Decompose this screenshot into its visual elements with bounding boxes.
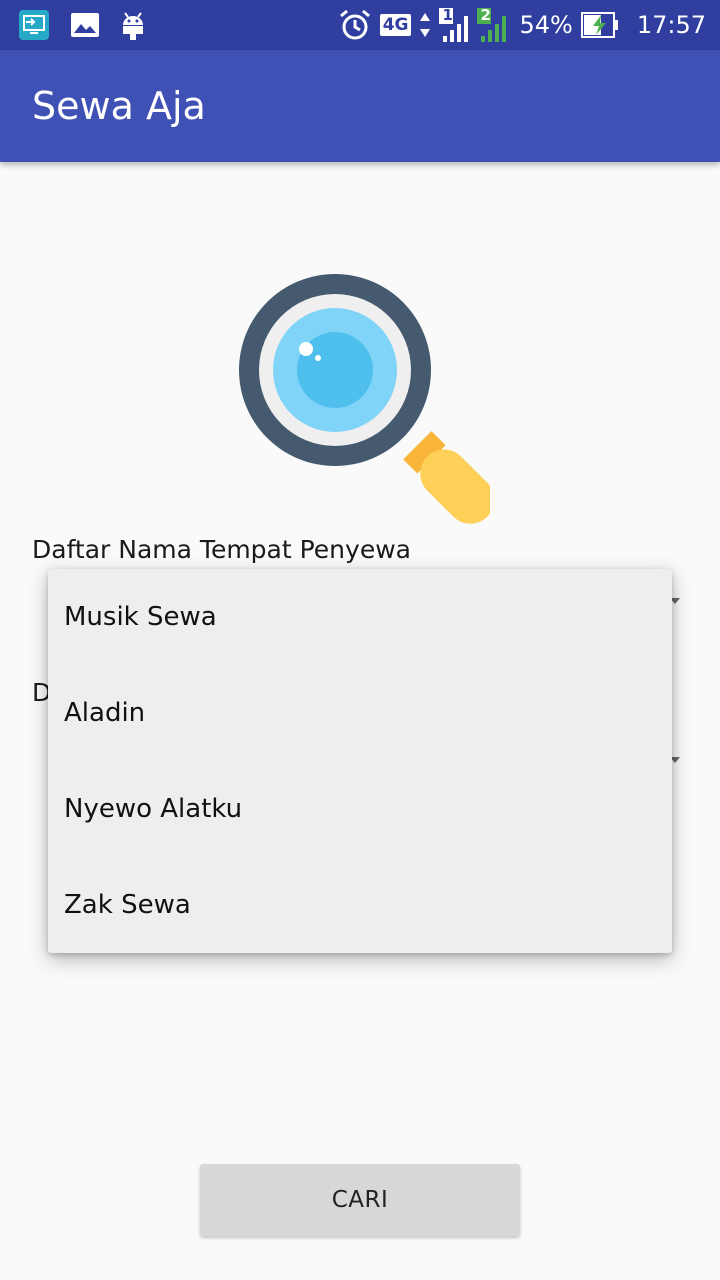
alarm-icon <box>338 8 372 42</box>
rental-place-label: Daftar Nama Tempat Penyewa <box>32 535 411 564</box>
sim1-label: 1 <box>442 6 453 24</box>
app-title: Sewa Aja <box>32 84 206 128</box>
sim2-label: 2 <box>480 6 491 24</box>
image-icon <box>70 12 100 38</box>
sim2-signal-icon: 2 <box>477 6 511 42</box>
app-bar: Sewa Aja <box>0 50 720 162</box>
clock: 17:57 <box>636 11 706 39</box>
screen-cast-icon <box>18 9 50 41</box>
network-type-badge: 4G <box>379 14 412 36</box>
rental-place-dropdown[interactable]: Musik Sewa Aladin Nyewo Alatku Zak Sewa <box>48 569 672 953</box>
dropdown-option[interactable]: Nyewo Alatku <box>48 761 672 857</box>
battery-percent: 54% <box>519 11 573 39</box>
magnifier-icon <box>230 265 495 525</box>
data-arrows-icon <box>419 11 431 39</box>
dropdown-option[interactable]: Aladin <box>48 665 672 761</box>
dropdown-option[interactable]: Musik Sewa <box>48 569 672 665</box>
android-icon <box>120 9 146 41</box>
search-button[interactable]: CARI <box>200 1164 520 1236</box>
sim1-signal-icon: 1 <box>439 6 469 42</box>
status-bar: 4G 1 2 54% 17:57 <box>0 0 720 50</box>
dropdown-option[interactable]: Zak Sewa <box>48 857 672 953</box>
battery-charging-icon <box>580 12 619 38</box>
